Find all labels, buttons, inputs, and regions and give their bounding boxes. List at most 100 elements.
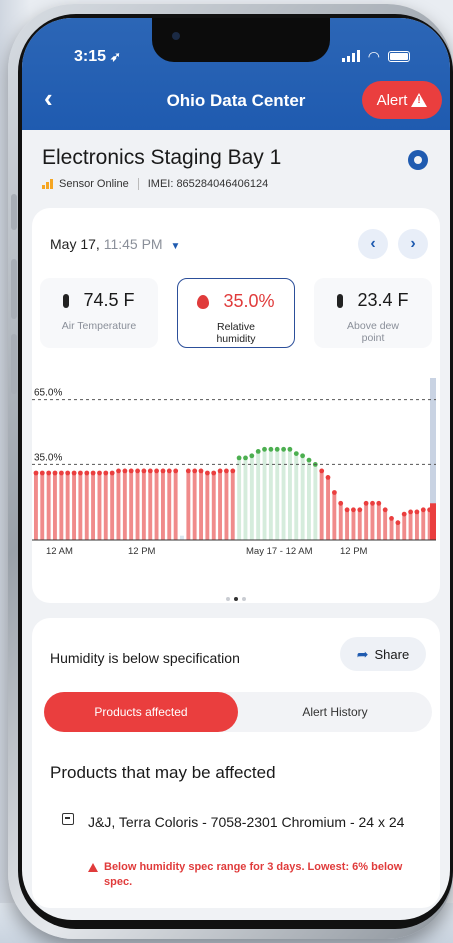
spec-card: Humidity is below specification ➦ Share … xyxy=(32,618,440,908)
chart-bar xyxy=(59,473,64,540)
metric-label: Relative humidity xyxy=(216,321,256,345)
water-drop-icon xyxy=(197,295,210,310)
chart-bar xyxy=(186,470,191,540)
gear-icon[interactable] xyxy=(408,150,428,170)
chart-point xyxy=(382,507,388,513)
status-time: 3:15 ➶ xyxy=(74,48,121,66)
chart-point xyxy=(408,509,413,515)
chart-bar xyxy=(161,470,165,540)
chart-bar xyxy=(376,503,381,540)
metric-air-temperature[interactable]: 74.5 F Air Temperature xyxy=(40,278,158,348)
chart-point xyxy=(46,470,52,476)
products-heading: Products that may be affected xyxy=(50,763,276,782)
chart-point xyxy=(414,509,420,515)
chart-bar xyxy=(262,449,267,540)
chart-point xyxy=(84,470,90,476)
chart-point xyxy=(281,446,286,452)
box-icon xyxy=(62,813,74,825)
camera xyxy=(172,32,180,40)
prev-button[interactable]: ‹ xyxy=(358,229,388,259)
chart-bar xyxy=(313,464,318,540)
chart-point xyxy=(173,468,179,474)
chart-bar xyxy=(300,455,305,540)
chart-point xyxy=(135,468,140,474)
chart-bar xyxy=(141,470,146,540)
alert-button[interactable]: Alert xyxy=(362,81,442,119)
share-arrow-icon: ➦ xyxy=(356,645,369,662)
chart-bar xyxy=(338,503,343,540)
chart-point xyxy=(90,470,96,476)
chart-bar xyxy=(192,470,197,540)
chart-point xyxy=(338,500,344,506)
chart-bar xyxy=(332,492,337,540)
sensor-status-text: Sensor Online xyxy=(59,178,129,190)
divider xyxy=(137,178,139,190)
metric-dew-point[interactable]: 23.4 F Above dew point xyxy=(314,278,432,348)
chart-point xyxy=(122,468,128,474)
chart-bar xyxy=(351,509,356,540)
caret-down-icon: ▼ xyxy=(170,241,181,252)
time-text: 3:15 xyxy=(74,48,107,65)
chart-bar xyxy=(288,449,292,540)
wifi-icon: ◠ xyxy=(367,48,380,64)
share-label: Share xyxy=(374,646,410,662)
chart-bar xyxy=(40,473,45,540)
chart-bar xyxy=(402,514,407,540)
metric-relative-humidity[interactable]: 35.0% Relative humidity xyxy=(177,278,295,348)
chart-bar xyxy=(135,470,140,540)
alert-label: Alert xyxy=(376,91,408,109)
product-name[interactable]: J&J, Terra Coloris - 7058-2301 Chromium … xyxy=(88,811,418,833)
pager-dot[interactable] xyxy=(242,597,246,601)
pager-dot[interactable] xyxy=(226,597,230,601)
metric-label: Air Temperature xyxy=(61,320,137,332)
chart-point xyxy=(205,470,210,476)
chart-point xyxy=(236,455,242,461)
sensor-status: Sensor Online IMEI: 865284046406124 xyxy=(42,178,268,190)
chart-bar xyxy=(395,522,400,540)
chart-point xyxy=(97,470,102,476)
readings-card: May 17, 11:45 PM ▼ ‹ › 74.5 F Air Temper… xyxy=(32,208,440,603)
device-info: Electronics Staging Bay 1 Sensor Online … xyxy=(22,130,450,220)
signal-icon xyxy=(341,50,360,62)
chart-bar xyxy=(103,473,108,540)
chart-bar xyxy=(46,473,51,540)
tab-products-affected[interactable]: Products affected xyxy=(44,692,238,732)
chart-bar xyxy=(218,470,222,540)
lower-threshold-label: 35.0% xyxy=(34,452,62,463)
chart-point xyxy=(293,451,299,456)
chart-bar xyxy=(408,511,413,540)
chart-point xyxy=(262,446,267,452)
chart-point xyxy=(351,507,356,513)
humidity-chart[interactable]: 65.0% 35.0% 12 AM 12 PM May 17 - 12 AM 12 PM xyxy=(32,358,440,588)
pager-dot[interactable] xyxy=(234,597,238,601)
chart-bar xyxy=(173,470,178,540)
date-selector[interactable]: May 17, 11:45 PM ▼ xyxy=(50,236,180,252)
spec-title: Humidity is below specification xyxy=(50,650,240,666)
chart-bar xyxy=(243,457,248,540)
next-button[interactable]: › xyxy=(398,229,428,259)
chart-point xyxy=(71,470,77,476)
chart-bar xyxy=(180,535,184,540)
chart-bar xyxy=(116,470,121,540)
chart-bar xyxy=(319,470,324,540)
upper-threshold-label: 65.0% xyxy=(34,388,62,399)
tab-alert-history[interactable]: Alert History xyxy=(238,692,432,732)
chart-bar xyxy=(72,473,76,540)
chart-point xyxy=(243,455,248,461)
chart-point xyxy=(224,468,229,474)
chart-point xyxy=(147,468,153,474)
chart-point xyxy=(274,446,280,452)
x-tick-label: 12 PM xyxy=(128,546,156,557)
chart-bar xyxy=(199,470,203,540)
chart-point xyxy=(33,470,39,476)
imei-text: IMEI: 865284046406124 xyxy=(147,178,269,190)
chart-bar xyxy=(65,473,70,540)
pager xyxy=(32,588,440,606)
chart-point xyxy=(59,470,64,476)
warning-triangle-icon xyxy=(411,93,428,107)
chart-point xyxy=(420,507,426,513)
chart-bar xyxy=(211,473,216,540)
chart-point xyxy=(300,453,305,459)
chart-point xyxy=(268,446,274,452)
share-button[interactable]: ➦ Share xyxy=(340,637,426,671)
